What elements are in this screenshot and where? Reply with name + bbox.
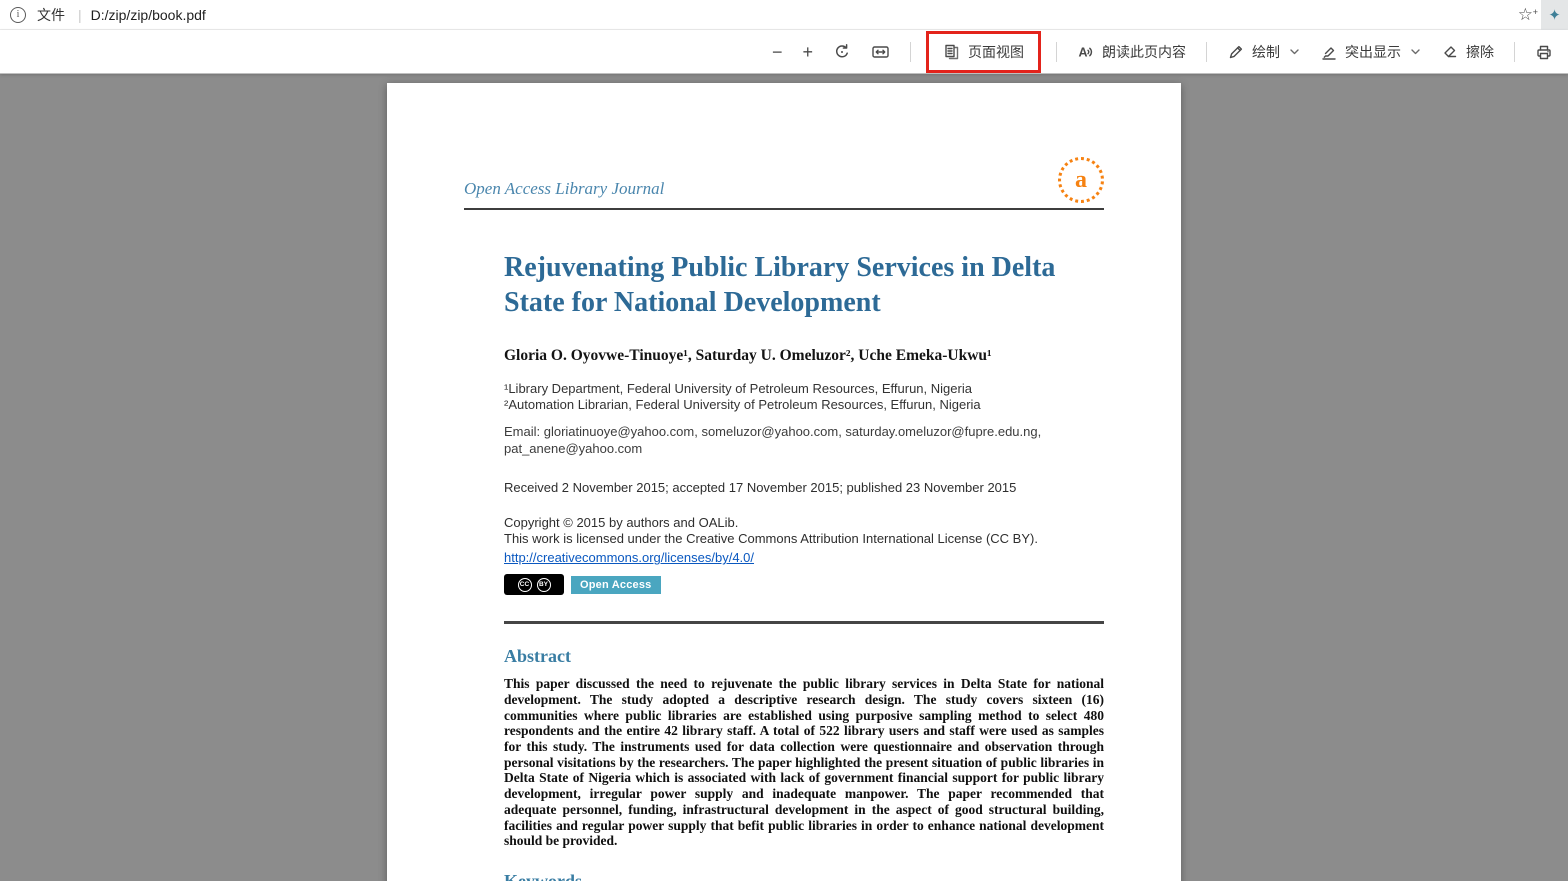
svg-text:A: A [1079, 45, 1088, 59]
add-favorite-button[interactable]: ☆+ [1510, 6, 1541, 23]
fit-width-icon [871, 43, 890, 61]
pen-icon [1227, 43, 1245, 61]
pdf-canvas[interactable]: Open Access Library Journal a Rejuvenati… [0, 74, 1568, 881]
zoom-in-button[interactable]: + [793, 37, 822, 67]
affiliation-2: ²Automation Librarian, Federal Universit… [504, 397, 1104, 414]
toolbar-divider [1514, 42, 1515, 62]
plus-icon: + [802, 43, 813, 61]
cc-circle: CC [518, 578, 532, 592]
zoom-out-button[interactable]: − [763, 37, 792, 67]
by-circle: BY [537, 578, 551, 592]
journal-header: Open Access Library Journal a [464, 157, 1104, 210]
read-aloud-label: 朗读此页内容 [1102, 42, 1186, 62]
draw-label: 绘制 [1252, 42, 1280, 62]
copyright-block: Copyright © 2015 by authors and OALib. T… [504, 515, 1104, 568]
page-view-label: 页面视图 [968, 42, 1024, 62]
topbar-divider: | [78, 7, 82, 23]
copyright-line-1: Copyright © 2015 by authors and OALib. [504, 515, 1104, 532]
journal-name: Open Access Library Journal [464, 179, 664, 205]
chevron-down-icon[interactable] [1410, 46, 1421, 57]
highlight-button[interactable]: 突出显示 [1311, 36, 1430, 68]
sidebar-toggle-button[interactable]: ✦ [1541, 0, 1568, 30]
pdf-page: Open Access Library Journal a Rejuvenati… [387, 83, 1181, 881]
erase-button[interactable]: 擦除 [1432, 36, 1503, 68]
info-icon: i [10, 7, 26, 23]
document-body: Rejuvenating Public Library Services in … [504, 250, 1104, 881]
keywords-heading: Keywords [504, 871, 1104, 881]
copyright-line-2: This work is licensed under the Creative… [504, 531, 1104, 548]
read-aloud-button[interactable]: A 朗读此页内容 [1068, 36, 1195, 68]
chevron-down-icon[interactable] [1289, 46, 1300, 57]
highlight-label: 突出显示 [1345, 42, 1401, 62]
affiliations: ¹Library Department, Federal University … [504, 381, 1104, 458]
minus-icon: − [772, 43, 783, 61]
section-divider [504, 621, 1104, 624]
browser-topbar: i 文件 | D:/zip/zip/book.pdf ☆+ ✦ [0, 0, 1568, 30]
toolbar-divider [1056, 42, 1057, 62]
rotate-button[interactable] [824, 37, 860, 67]
cc-by-badge-icon: CC BY [504, 574, 564, 595]
print-button[interactable] [1526, 37, 1562, 67]
annotation-highlight: 页面视图 [926, 31, 1041, 73]
open-access-logo-icon: a [1058, 157, 1104, 203]
eraser-icon [1441, 43, 1459, 61]
abstract-text: This paper discussed the need to rejuven… [504, 676, 1104, 849]
email-line: Email: gloriatinuoye@yahoo.com, someluzo… [504, 424, 1044, 458]
authors-line: Gloria O. Oyovwe-Tinuoye¹, Saturday U. O… [504, 347, 1104, 365]
open-access-badge: Open Access [571, 576, 661, 594]
plus-glyph: + [1533, 8, 1538, 17]
pdf-toolbar: − + [0, 30, 1568, 74]
highlighter-icon [1320, 43, 1338, 61]
fit-width-button[interactable] [862, 37, 899, 67]
toolbar-divider [1206, 42, 1207, 62]
license-link[interactable]: http://creativecommons.org/licenses/by/4… [504, 550, 754, 567]
rotate-icon [833, 43, 851, 61]
open-access-logo-letter: a [1075, 168, 1087, 192]
dates-line: Received 2 November 2015; accepted 17 No… [504, 480, 1104, 495]
file-path-label: D:/zip/zip/book.pdf [91, 7, 206, 23]
page-view-button[interactable]: 页面视图 [934, 36, 1033, 68]
toolbar-divider [910, 42, 911, 62]
affiliation-1: ¹Library Department, Federal University … [504, 381, 1104, 398]
file-menu-button[interactable]: 文件 [33, 3, 69, 27]
erase-label: 擦除 [1466, 42, 1494, 62]
printer-icon [1535, 43, 1553, 61]
paper-title: Rejuvenating Public Library Services in … [504, 250, 1104, 321]
abstract-heading: Abstract [504, 646, 1104, 667]
draw-button[interactable]: 绘制 [1218, 36, 1309, 68]
page-view-icon [943, 43, 961, 61]
license-badges: CC BY Open Access [504, 574, 1104, 595]
read-aloud-icon: A [1077, 43, 1095, 61]
